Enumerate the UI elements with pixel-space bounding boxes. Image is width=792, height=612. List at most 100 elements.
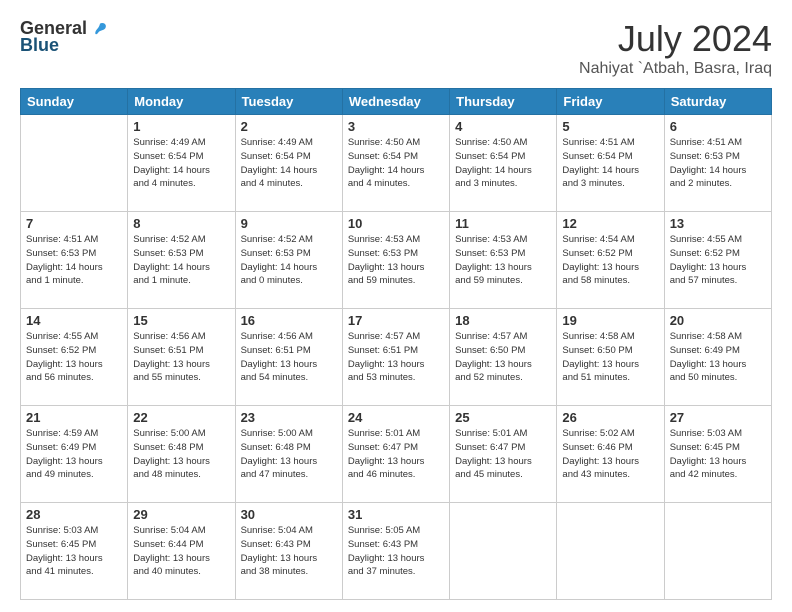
day-number: 6 [670, 119, 766, 134]
day-number: 27 [670, 410, 766, 425]
calendar-week-5: 28 Sunrise: 5:03 AMSunset: 6:45 PMDayligh… [21, 503, 772, 600]
day-info: Sunrise: 4:56 AMSunset: 6:51 PMDaylight:… [241, 330, 337, 385]
day-number: 10 [348, 216, 444, 231]
day-info: Sunrise: 4:56 AMSunset: 6:51 PMDaylight:… [133, 330, 229, 385]
day-number: 22 [133, 410, 229, 425]
day-info: Sunrise: 4:52 AMSunset: 6:53 PMDaylight:… [133, 233, 229, 288]
calendar-cell: 7 Sunrise: 4:51 AMSunset: 6:53 PMDaylight… [21, 212, 128, 309]
day-info: Sunrise: 4:51 AMSunset: 6:54 PMDaylight:… [562, 136, 658, 191]
calendar-cell: 22 Sunrise: 5:00 AMSunset: 6:48 PMDayligh… [128, 406, 235, 503]
day-info: Sunrise: 4:59 AMSunset: 6:49 PMDaylight:… [26, 427, 122, 482]
col-header-saturday: Saturday [664, 89, 771, 115]
day-number: 7 [26, 216, 122, 231]
calendar-table: SundayMondayTuesdayWednesdayThursdayFrid… [20, 88, 772, 600]
calendar-cell: 28 Sunrise: 5:03 AMSunset: 6:45 PMDayligh… [21, 503, 128, 600]
day-number: 16 [241, 313, 337, 328]
calendar-cell: 23 Sunrise: 5:00 AMSunset: 6:48 PMDayligh… [235, 406, 342, 503]
calendar-cell: 5 Sunrise: 4:51 AMSunset: 6:54 PMDaylight… [557, 115, 664, 212]
day-info: Sunrise: 5:05 AMSunset: 6:43 PMDaylight:… [348, 524, 444, 579]
calendar-week-4: 21 Sunrise: 4:59 AMSunset: 6:49 PMDayligh… [21, 406, 772, 503]
day-info: Sunrise: 5:03 AMSunset: 6:45 PMDaylight:… [670, 427, 766, 482]
col-header-tuesday: Tuesday [235, 89, 342, 115]
day-number: 14 [26, 313, 122, 328]
day-info: Sunrise: 4:57 AMSunset: 6:50 PMDaylight:… [455, 330, 551, 385]
month-title: July 2024 [579, 18, 772, 60]
col-header-thursday: Thursday [450, 89, 557, 115]
day-number: 23 [241, 410, 337, 425]
logo-bird-icon [91, 20, 109, 38]
day-info: Sunrise: 4:58 AMSunset: 6:50 PMDaylight:… [562, 330, 658, 385]
day-number: 12 [562, 216, 658, 231]
col-header-wednesday: Wednesday [342, 89, 449, 115]
day-number: 3 [348, 119, 444, 134]
calendar-week-1: 1 Sunrise: 4:49 AMSunset: 6:54 PMDaylight… [21, 115, 772, 212]
calendar-cell [557, 503, 664, 600]
title-block: July 2024 Nahiyat `Atbah, Basra, Iraq [579, 18, 772, 78]
calendar-week-2: 7 Sunrise: 4:51 AMSunset: 6:53 PMDaylight… [21, 212, 772, 309]
calendar-cell: 27 Sunrise: 5:03 AMSunset: 6:45 PMDayligh… [664, 406, 771, 503]
col-header-monday: Monday [128, 89, 235, 115]
day-number: 4 [455, 119, 551, 134]
day-number: 1 [133, 119, 229, 134]
day-info: Sunrise: 4:55 AMSunset: 6:52 PMDaylight:… [670, 233, 766, 288]
day-number: 9 [241, 216, 337, 231]
day-info: Sunrise: 4:55 AMSunset: 6:52 PMDaylight:… [26, 330, 122, 385]
day-info: Sunrise: 4:50 AMSunset: 6:54 PMDaylight:… [455, 136, 551, 191]
calendar-cell: 14 Sunrise: 4:55 AMSunset: 6:52 PMDayligh… [21, 309, 128, 406]
col-header-sunday: Sunday [21, 89, 128, 115]
calendar-cell: 11Sunrise: 4:53 AMSunset: 6:53 PMDayligh… [450, 212, 557, 309]
day-number: 28 [26, 507, 122, 522]
calendar-cell: 19Sunrise: 4:58 AMSunset: 6:50 PMDayligh… [557, 309, 664, 406]
calendar-cell: 24Sunrise: 5:01 AMSunset: 6:47 PMDayligh… [342, 406, 449, 503]
day-info: Sunrise: 5:03 AMSunset: 6:45 PMDaylight:… [26, 524, 122, 579]
day-number: 21 [26, 410, 122, 425]
calendar-cell: 16 Sunrise: 4:56 AMSunset: 6:51 PMDayligh… [235, 309, 342, 406]
calendar-cell: 26 Sunrise: 5:02 AMSunset: 6:46 PMDayligh… [557, 406, 664, 503]
day-number: 17 [348, 313, 444, 328]
calendar-cell: 2 Sunrise: 4:49 AMSunset: 6:54 PMDaylight… [235, 115, 342, 212]
day-info: Sunrise: 4:51 AMSunset: 6:53 PMDaylight:… [26, 233, 122, 288]
day-info: Sunrise: 5:00 AMSunset: 6:48 PMDaylight:… [241, 427, 337, 482]
calendar-cell: 21 Sunrise: 4:59 AMSunset: 6:49 PMDayligh… [21, 406, 128, 503]
day-number: 20 [670, 313, 766, 328]
day-number: 29 [133, 507, 229, 522]
day-number: 30 [241, 507, 337, 522]
calendar-cell [664, 503, 771, 600]
day-info: Sunrise: 4:51 AMSunset: 6:53 PMDaylight:… [670, 136, 766, 191]
day-number: 13 [670, 216, 766, 231]
calendar-cell: 3Sunrise: 4:50 AMSunset: 6:54 PMDaylight… [342, 115, 449, 212]
header: General Blue July 2024 Nahiyat `Atbah, B… [20, 18, 772, 78]
calendar-cell [21, 115, 128, 212]
day-info: Sunrise: 4:49 AMSunset: 6:54 PMDaylight:… [133, 136, 229, 191]
calendar-cell: 9 Sunrise: 4:52 AMSunset: 6:53 PMDaylight… [235, 212, 342, 309]
day-number: 2 [241, 119, 337, 134]
day-number: 8 [133, 216, 229, 231]
day-number: 5 [562, 119, 658, 134]
calendar-cell: 25 Sunrise: 5:01 AMSunset: 6:47 PMDayligh… [450, 406, 557, 503]
day-number: 25 [455, 410, 551, 425]
day-info: Sunrise: 5:01 AMSunset: 6:47 PMDaylight:… [455, 427, 551, 482]
day-info: Sunrise: 5:02 AMSunset: 6:46 PMDaylight:… [562, 427, 658, 482]
calendar-week-3: 14 Sunrise: 4:55 AMSunset: 6:52 PMDayligh… [21, 309, 772, 406]
logo-blue: Blue [20, 35, 59, 56]
day-info: Sunrise: 5:01 AMSunset: 6:47 PMDaylight:… [348, 427, 444, 482]
calendar-cell: 13 Sunrise: 4:55 AMSunset: 6:52 PMDayligh… [664, 212, 771, 309]
calendar-cell: 1 Sunrise: 4:49 AMSunset: 6:54 PMDaylight… [128, 115, 235, 212]
day-info: Sunrise: 5:04 AMSunset: 6:43 PMDaylight:… [241, 524, 337, 579]
day-info: Sunrise: 4:58 AMSunset: 6:49 PMDaylight:… [670, 330, 766, 385]
day-info: Sunrise: 4:52 AMSunset: 6:53 PMDaylight:… [241, 233, 337, 288]
day-info: Sunrise: 4:49 AMSunset: 6:54 PMDaylight:… [241, 136, 337, 191]
day-info: Sunrise: 4:57 AMSunset: 6:51 PMDaylight:… [348, 330, 444, 385]
day-info: Sunrise: 5:00 AMSunset: 6:48 PMDaylight:… [133, 427, 229, 482]
day-number: 11 [455, 216, 551, 231]
day-info: Sunrise: 4:54 AMSunset: 6:52 PMDaylight:… [562, 233, 658, 288]
calendar-cell: 31Sunrise: 5:05 AMSunset: 6:43 PMDayligh… [342, 503, 449, 600]
col-header-friday: Friday [557, 89, 664, 115]
calendar-cell: 10Sunrise: 4:53 AMSunset: 6:53 PMDayligh… [342, 212, 449, 309]
calendar-cell: 18Sunrise: 4:57 AMSunset: 6:50 PMDayligh… [450, 309, 557, 406]
day-number: 26 [562, 410, 658, 425]
calendar-cell: 20 Sunrise: 4:58 AMSunset: 6:49 PMDayligh… [664, 309, 771, 406]
location-title: Nahiyat `Atbah, Basra, Iraq [579, 60, 772, 78]
calendar-cell [450, 503, 557, 600]
calendar-cell: 6 Sunrise: 4:51 AMSunset: 6:53 PMDaylight… [664, 115, 771, 212]
